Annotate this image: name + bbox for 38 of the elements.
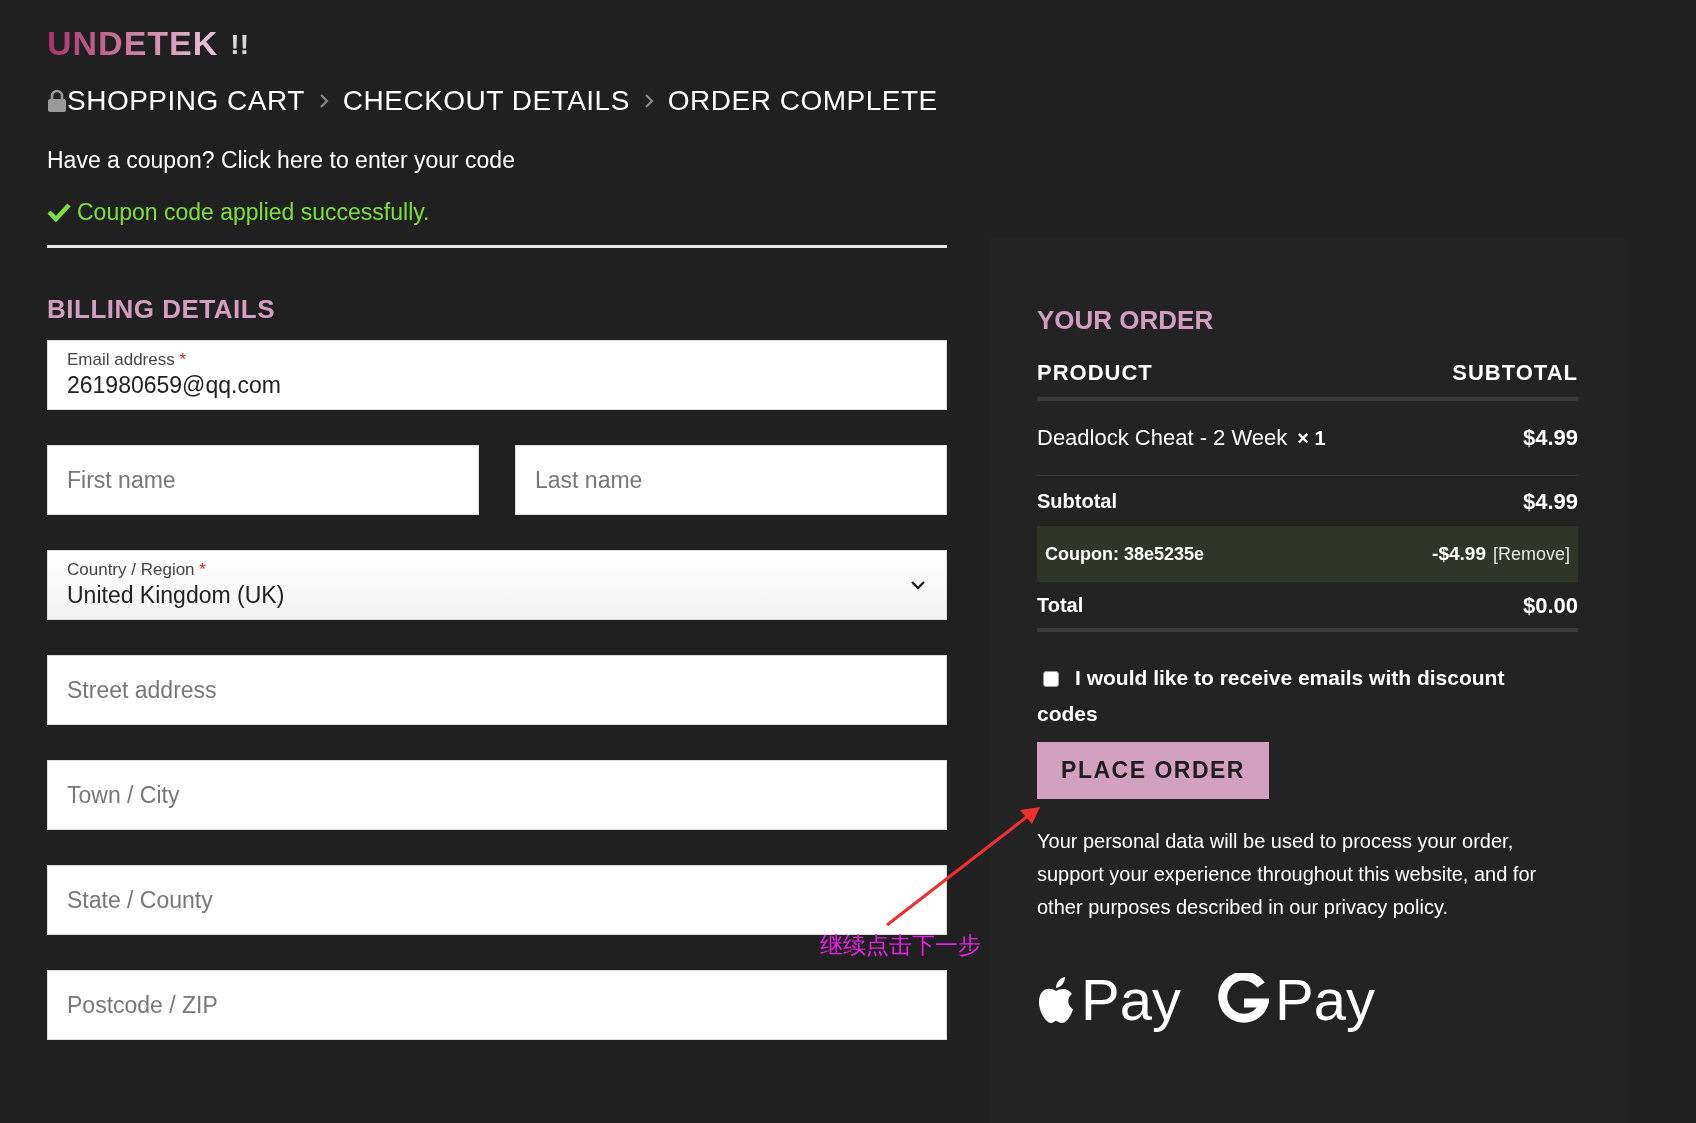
chevron-down-icon [909,579,927,591]
email-field[interactable]: Email address * 261980659@qq.com [47,340,947,410]
coupon-label: Coupon: 38e5235e [1045,542,1205,566]
product-name: Deadlock Cheat - 2 Week [1037,424,1288,452]
section-heading: YOUR ORDER [1037,304,1215,337]
checkmark-icon [47,202,71,222]
product-price: $4.99 [1522,424,1578,452]
breadcrumb-step[interactable]: ORDER COMPLETE [667,83,938,119]
newsletter-checkbox[interactable]: I would like to receive emails with discount codes [1037,660,1527,732]
product-quantity: × 1 [1297,426,1326,451]
coupon-prompt[interactable]: Have a coupon? Click here to enter your code [47,145,947,175]
privacy-notice: Your personal data will be used to process your order, support your experience throughout this website, and for other purposes described in our privacy policy. [1037,829,1537,920]
breadcrumb-step[interactable]: SHOPPING CART [67,83,305,119]
chevron-right-icon [317,92,330,110]
checkbox[interactable] [1043,671,1059,688]
logo-mark: !! [230,30,249,60]
subtotal-label: Subtotal [1037,489,1117,514]
coupon-amount: -$4.99 [1432,541,1486,566]
input-field[interactable]: Postcode / ZIP [47,970,947,1040]
chevron-right-icon [642,92,655,110]
country-select[interactable]: Country / Region * United Kingdom (UK) [47,550,947,620]
input-field[interactable]: Street address [47,655,947,725]
remove-link[interactable]: [Remove] [1492,540,1570,568]
input-field[interactable]: State / County [47,865,947,935]
subtotal-value: $4.99 [1522,487,1578,516]
success-message: Coupon code applied successfully. [77,198,430,227]
input-field[interactable]: Last name [515,445,947,515]
input-field[interactable]: First name [47,445,479,515]
section-heading: BILLING DETAILS [47,293,276,326]
google-pay-logo: Pay [1216,968,1375,1032]
column-header: PRODUCT [1037,359,1153,387]
input-field[interactable]: Town / City [47,760,947,830]
breadcrumb-step[interactable]: CHECKOUT DETAILS [342,83,630,119]
place-order-button[interactable]: PLACE ORDER [1037,742,1269,799]
total-value: $0.00 [1522,591,1578,620]
apple-pay-logo: Pay [1037,968,1181,1032]
column-header: SUBTOTAL [1452,359,1578,387]
total-label: Total [1037,593,1084,618]
